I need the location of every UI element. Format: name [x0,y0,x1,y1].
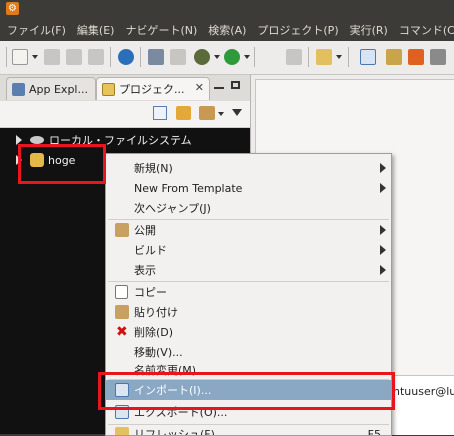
publish-icon [115,223,129,237]
title-bar: ⚙ [0,0,454,18]
menu-navigate[interactable]: ナビゲート(N) [118,22,201,38]
toolbar-separator [348,47,349,67]
chevron-down-icon[interactable] [32,55,38,59]
menu-command[interactable]: コマンド(C) [392,22,454,38]
chevron-down-icon[interactable] [244,55,250,59]
toolbar-separator [140,47,141,67]
sync-icon[interactable] [118,49,134,65]
menu-item-delete[interactable]: ✖ 削除(D) [106,322,391,342]
run-config-icon[interactable] [148,49,164,65]
menu-project[interactable]: プロジェクト(P) [250,22,342,38]
app-explorer-icon [12,83,25,96]
disabled-tool-icon[interactable] [170,49,186,65]
debug-icon[interactable] [194,49,210,65]
view-menu-icon[interactable] [232,109,242,116]
menu-item-go-into[interactable]: 次へジャンプ(J) [106,198,391,218]
menu-edit[interactable]: 編集(E) [70,22,119,38]
menu-item-refresh[interactable]: リフレッシュ(F) F5 [106,424,391,436]
collapse-all-icon[interactable] [153,106,167,120]
chevron-down-icon[interactable] [336,55,342,59]
tab-label: App Expl... [29,83,88,96]
toolbar-separator [6,47,7,67]
drive-icon [30,136,44,144]
submenu-arrow-icon [380,245,386,255]
perspective-project-icon[interactable] [360,49,376,65]
maximize-icon[interactable] [231,81,240,89]
toolbar-separator [110,47,111,67]
delete-icon: ✖ [116,325,130,339]
perspective-tree-icon[interactable] [386,49,402,65]
submenu-arrow-icon [380,265,386,275]
menu-search[interactable]: 検索(A) [201,22,250,38]
save-all-icon[interactable] [66,49,82,65]
copy-icon [115,285,128,299]
pen-tool-icon[interactable] [316,49,332,65]
app-logo-icon: ⚙ [6,2,19,15]
console-text: ntuuser@lu [393,385,454,398]
save-icon[interactable] [44,49,60,65]
open-folder-icon[interactable] [286,49,302,65]
run-icon[interactable] [224,49,240,65]
new-folder-icon[interactable] [199,106,215,120]
main-toolbar [0,41,454,75]
menu-item-show[interactable]: 表示 [106,260,391,280]
paste-icon [115,305,129,319]
toolbar-separator [308,47,309,67]
annotation-highlight-hoge [18,144,106,184]
menu-item-move[interactable]: 移動(V)... [106,342,391,362]
image-icon[interactable] [430,49,446,65]
menu-run[interactable]: 実行(R) [343,22,392,38]
project-folder-icon [102,83,115,96]
menu-item-new[interactable]: 新規(N) [106,158,391,178]
link-editor-icon[interactable] [176,106,191,120]
home-icon[interactable] [408,49,424,65]
menu-item-new-from-template[interactable]: New From Template [106,178,391,198]
menu-item-publish[interactable]: 公開 [106,220,391,240]
submenu-arrow-icon [380,183,386,193]
tab-app-explorer[interactable]: App Expl... [6,77,96,100]
menu-file[interactable]: ファイル(F) [0,22,70,38]
toolbar-separator [254,47,255,67]
chevron-down-icon[interactable] [218,112,224,116]
view-toolbar [0,101,250,128]
tab-label: プロジェク... [119,81,185,97]
shortcut-label: F5 [368,428,381,436]
menu-bar: ファイル(F) 編集(E) ナビゲート(N) 検索(A) プロジェクト(P) 実… [0,18,454,41]
close-icon[interactable]: ✕ [195,81,204,94]
new-file-icon[interactable] [12,49,28,65]
chevron-down-icon[interactable] [214,55,220,59]
menu-item-build[interactable]: ビルド [106,240,391,260]
tab-project[interactable]: プロジェク... ✕ [96,77,210,100]
minimize-icon[interactable] [214,87,224,89]
menu-item-copy[interactable]: コピー [106,282,391,302]
view-tab-bar: App Expl... プロジェク... ✕ [0,75,250,101]
print-icon[interactable] [88,49,104,65]
submenu-arrow-icon [380,163,386,173]
menu-item-paste[interactable]: 貼り付け [106,302,391,322]
submenu-arrow-icon [380,225,386,235]
refresh-icon [115,427,129,436]
annotation-highlight-import [98,372,395,410]
